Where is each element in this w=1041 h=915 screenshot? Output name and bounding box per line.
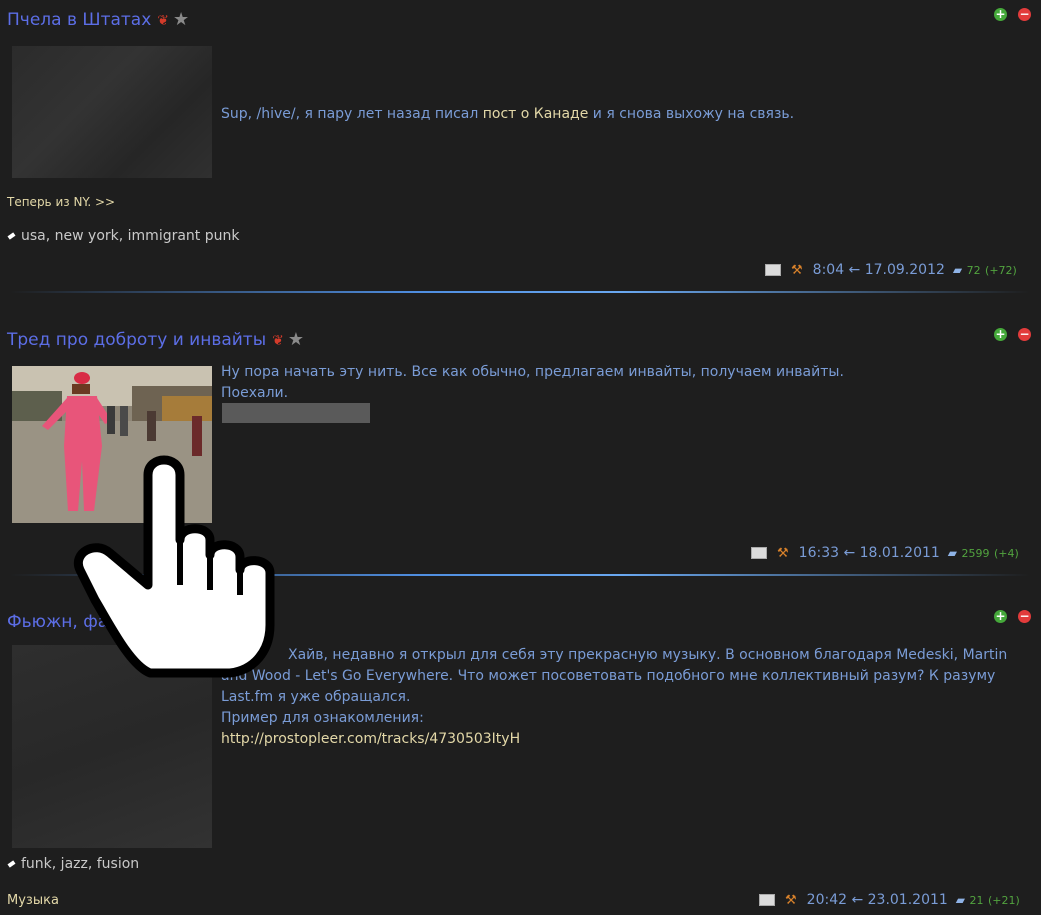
post-meta: ⚒ 16:33 ← 18.01.2011 ▰ 2599 (+4) bbox=[751, 545, 1019, 561]
comment-new-count: (+72) bbox=[985, 264, 1017, 277]
comment-new-count: (+4) bbox=[993, 547, 1019, 560]
post-title[interactable]: Фьюжн, фанк bbox=[7, 612, 130, 632]
comment-icon[interactable]: ▰ bbox=[953, 263, 962, 277]
mail-icon[interactable] bbox=[751, 547, 767, 559]
tags-text[interactable]: funk, jazz, fusion bbox=[21, 856, 139, 872]
post-time[interactable]: 8:04 ← 17.09.2012 bbox=[813, 262, 945, 278]
tags-list: usa, new york, immigrant punk bbox=[7, 228, 239, 244]
bee-icon: ❦ bbox=[157, 13, 170, 29]
post-image[interactable] bbox=[12, 366, 212, 523]
gavel-icon[interactable]: ⚒ bbox=[785, 893, 797, 908]
vote-down-button[interactable]: − bbox=[1018, 8, 1031, 21]
street-photo bbox=[12, 366, 212, 523]
comment-count[interactable]: 2599 bbox=[961, 547, 989, 560]
post-title-text[interactable]: Фьюжн, фанк bbox=[7, 612, 130, 632]
comment-new-count: (+21) bbox=[987, 894, 1020, 907]
comment-count[interactable]: 21 bbox=[969, 894, 983, 907]
vote-up-button[interactable]: + bbox=[994, 610, 1007, 623]
post-divider bbox=[10, 291, 1030, 293]
post-title-text[interactable]: Пчела в Штатах bbox=[7, 10, 151, 30]
vote-down-button[interactable]: − bbox=[1018, 328, 1031, 341]
post-image[interactable] bbox=[12, 46, 212, 178]
gavel-icon[interactable]: ⚒ bbox=[791, 263, 803, 278]
favorite-star-icon[interactable]: ★ bbox=[288, 329, 304, 350]
post-body: Sup, /hive/, я пару лет назад писал пост… bbox=[221, 106, 795, 122]
post-meta: ⚒ 20:42 ← 23.01.2011 ▰ 21 (+21) bbox=[759, 892, 1020, 908]
comment-icon[interactable]: ▰ bbox=[948, 546, 957, 560]
post-image[interactable] bbox=[12, 645, 212, 848]
mail-icon[interactable] bbox=[759, 894, 775, 906]
post-body: Ну пора начать эту нить. Все как обычно,… bbox=[221, 364, 844, 401]
redacted-block bbox=[222, 403, 370, 423]
tags-list: funk, jazz, fusion bbox=[7, 856, 139, 872]
gavel-icon[interactable]: ⚒ bbox=[777, 546, 789, 561]
comment-count[interactable]: 72 bbox=[967, 264, 981, 277]
vote-up-button[interactable]: + bbox=[994, 328, 1007, 341]
favorite-star-icon[interactable]: ★ bbox=[173, 9, 189, 30]
post-title-text[interactable]: Тред про доброту и инвайты bbox=[7, 330, 266, 350]
post-time[interactable]: 16:33 ← 18.01.2011 bbox=[799, 545, 940, 561]
bee-icon: ❦ bbox=[272, 333, 284, 349]
comment-icon[interactable]: ▰ bbox=[956, 893, 965, 907]
post-link[interactable]: пост о Канаде bbox=[483, 106, 589, 122]
vote-down-button[interactable]: − bbox=[1018, 610, 1031, 623]
post-divider bbox=[10, 574, 1030, 576]
post-meta: ⚒ 8:04 ← 17.09.2012 ▰ 72 (+72) bbox=[765, 262, 1017, 278]
post-time[interactable]: 20:42 ← 23.01.2011 bbox=[807, 892, 948, 908]
vote-up-button[interactable]: + bbox=[994, 8, 1007, 21]
mail-icon[interactable] bbox=[765, 264, 781, 276]
category-link[interactable]: Музыка bbox=[7, 893, 59, 908]
read-more-link[interactable]: Теперь из NY. >> bbox=[7, 195, 115, 209]
post-link[interactable]: http://prostopleer.com/tracks/4730503Ity… bbox=[221, 729, 1007, 750]
tags-text[interactable]: usa, new york, immigrant punk bbox=[21, 228, 239, 244]
post-title[interactable]: Тред про доброту и инвайты ❦ ★ bbox=[7, 329, 304, 350]
tag-icon bbox=[7, 860, 16, 868]
post-body: Хайв, недавно я открыл для себя эту прек… bbox=[221, 645, 1007, 750]
post-title[interactable]: Пчела в Штатах ❦ ★ bbox=[7, 9, 189, 30]
tag-icon bbox=[7, 232, 16, 240]
